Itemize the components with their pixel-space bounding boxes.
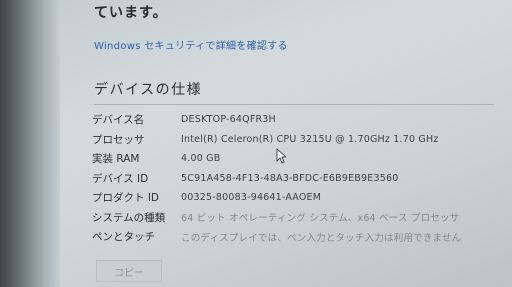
copy-button[interactable]: コピー <box>96 260 162 282</box>
spec-value: 5C91A458-4F13-48A3-BFDC-E6B9EB9E3560 <box>181 172 399 184</box>
spec-value: Intel(R) Celeron(R) CPU 3215U @ 1.70GHz … <box>181 133 439 145</box>
spec-value: このディスプレイでは、ペン入力とタッチ入力は利用できません <box>181 232 462 244</box>
spec-value: 00325-80083-94641-AAOEM <box>181 192 322 204</box>
mouse-cursor-icon <box>276 148 286 164</box>
about-panel: ています。 Windows セキュリティで詳細を確認する デバイスの仕様 デバイ… <box>60 0 512 287</box>
spec-label: デバイス名 <box>92 114 145 127</box>
spec-label: プロダクト ID <box>92 192 160 205</box>
left-dark-edge <box>0 0 60 287</box>
spec-label: プロセッサ <box>92 133 145 146</box>
spec-label: ペンとタッチ <box>92 231 155 244</box>
spec-row-product-id: プロダクト ID 00325-80083-94641-AAOEM <box>92 188 461 208</box>
spec-value: 4.00 GB <box>181 153 221 165</box>
spec-label: デバイス ID <box>92 172 149 185</box>
windows-security-link[interactable]: Windows セキュリティで詳細を確認する <box>94 37 288 52</box>
spec-row-device-id: デバイス ID 5C91A458-4F13-48A3-BFDC-E6B9EB9E… <box>92 169 461 189</box>
intro-text: ています。 <box>94 5 168 21</box>
spec-label: 実装 RAM <box>92 153 140 166</box>
spec-value: 64 ビット オペレーティング システム、x64 ベース プロセッサ <box>181 213 460 225</box>
device-specs-table: デバイス名 DESKTOP-64QFR3H プロセッサ Intel(R) Cel… <box>92 110 461 247</box>
spec-row-pen-touch: ペンとタッチ このディスプレイでは、ペン入力とタッチ入力は利用できません <box>92 227 461 247</box>
device-specs-title: デバイスの仕様 <box>94 82 203 98</box>
spec-row-device-name: デバイス名 DESKTOP-64QFR3H <box>92 110 461 130</box>
spec-value: DESKTOP-64QFR3H <box>181 114 276 126</box>
section-divider <box>94 104 494 105</box>
spec-label: システムの種類 <box>92 211 166 224</box>
spec-row-processor: プロセッサ Intel(R) Celeron(R) CPU 3215U @ 1.… <box>92 130 461 150</box>
spec-row-system-type: システムの種類 64 ビット オペレーティング システム、x64 ベース プロセ… <box>92 208 461 228</box>
